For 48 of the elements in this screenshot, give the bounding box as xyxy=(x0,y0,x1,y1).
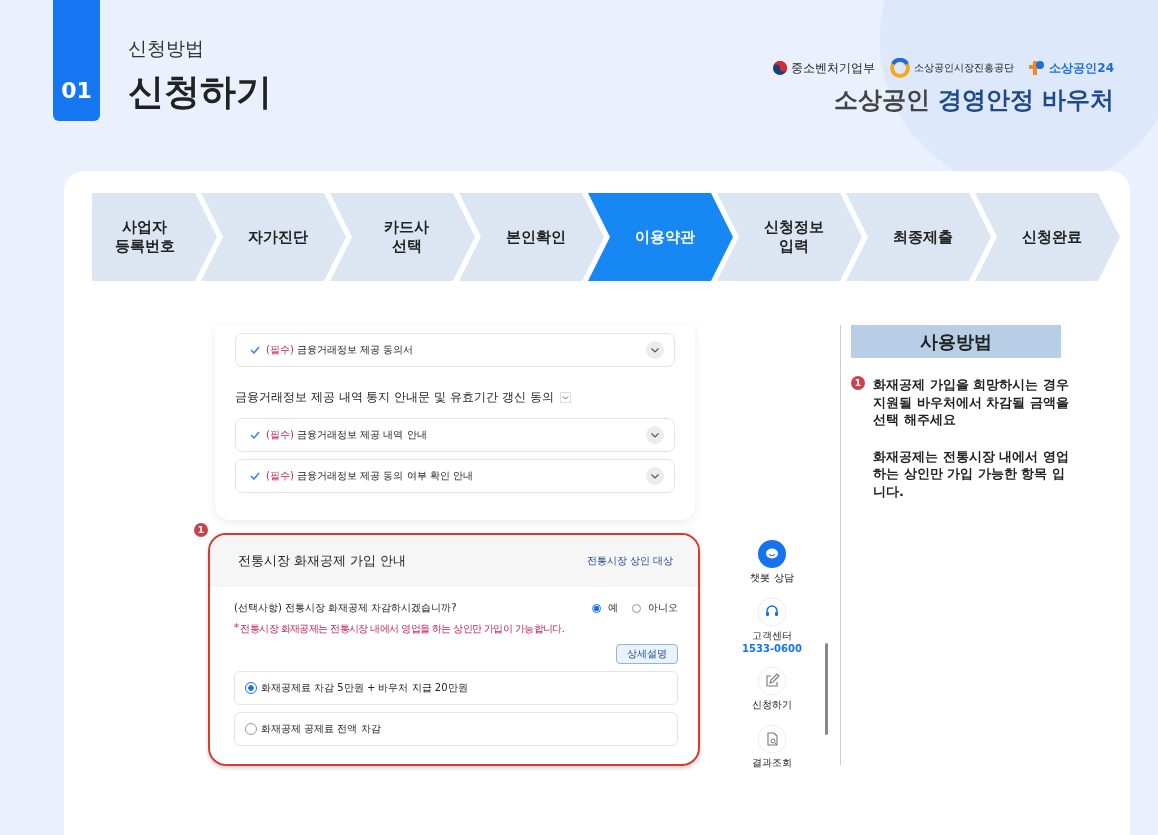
quick-menu-label: 결과조회 xyxy=(752,756,792,770)
notice-text: 전통시장 화재공제는 전통시장 내에서 영업을 하는 상인만 가입이 가능합니다. xyxy=(240,622,565,636)
phone-number: 1533-0600 xyxy=(742,643,802,654)
guide-text: 화재공제 가입을 희망하시는 경우 지원될 바우처에서 차감될 금액을 선택 해주세요 xyxy=(873,376,1070,429)
detail-button[interactable]: 상세설명 xyxy=(616,644,678,664)
headset-icon[interactable] xyxy=(757,597,787,627)
chevron-down-icon[interactable] xyxy=(559,392,571,403)
number-marker: 1 xyxy=(851,376,865,390)
logo-text: 소상공인24 xyxy=(1049,59,1114,77)
logo-text: 중소벤처기업부 xyxy=(791,59,876,77)
plus-logo-icon xyxy=(1028,60,1047,76)
chevron-down-icon[interactable] xyxy=(646,341,664,359)
edit-icon[interactable] xyxy=(757,666,787,696)
panel-title: 전통시장 화재공제 가입 안내 xyxy=(238,552,407,570)
question-text: (선택사항) 전통시장 화재공제 차감하시겠습니까? xyxy=(234,601,457,615)
ring-logo-icon xyxy=(889,58,912,78)
quick-menu-label: 신청하기 xyxy=(752,698,792,712)
consent-item[interactable]: (필수) 금융거래정보 제공 동의 여부 확인 안내 xyxy=(235,459,675,493)
scrollbar-thumb[interactable] xyxy=(825,643,828,735)
number-marker: 1 xyxy=(194,523,208,537)
asterisk: * xyxy=(234,622,239,635)
consent-label: (필수) 금융거래정보 제공 동의 여부 확인 안내 xyxy=(266,469,473,483)
brand-title: 소상공인 xyxy=(833,85,930,116)
section-heading: 금융거래정보 제공 내역 통지 안내문 및 유효기간 갱신 동의 xyxy=(235,389,554,406)
consent-item[interactable]: (필수) 금융거래정보 제공 동의서 xyxy=(235,333,675,367)
brand-title: 경영안정 바우처 xyxy=(937,85,1114,116)
consent-label: (필수) 금융거래정보 제공 내역 안내 xyxy=(266,428,427,442)
radio-option[interactable]: 화재공제 공제료 전액 차감 xyxy=(234,712,678,746)
chat-icon[interactable] xyxy=(757,539,787,569)
quick-menu-label: 챗봇 상담 xyxy=(750,571,794,585)
chevron-down-icon[interactable] xyxy=(646,467,664,485)
progress-step: 신청완료 xyxy=(975,193,1120,281)
chevron-down-icon[interactable] xyxy=(646,426,664,444)
document-search-icon[interactable] xyxy=(757,724,787,754)
radio-option[interactable]: 화재공제료 차감 5만원 + 바우처 지급 20만원 xyxy=(234,671,678,705)
radio-option[interactable]: 예 xyxy=(592,601,618,615)
page-title: 신청하기 xyxy=(128,70,272,114)
emblem-icon xyxy=(772,60,789,76)
guide-title: 사용방법 xyxy=(851,325,1061,358)
section-subtitle: 신청방법 xyxy=(128,36,205,61)
consent-item[interactable]: (필수) 금융거래정보 제공 내역 안내 xyxy=(235,418,675,452)
logo-text: 소상공인시장진흥공단 xyxy=(914,61,1015,75)
guide-text: 화재공제는 전통시장 내에서 영업 하는 상인만 가입 가능한 항목 입니다. xyxy=(873,447,1070,501)
panel-tag: 전통시장 상인 대상 xyxy=(586,554,673,568)
radio-option[interactable]: 아니오 xyxy=(632,601,678,615)
step-number-badge: 01 xyxy=(53,0,100,121)
quick-menu-label: 고객센터 xyxy=(752,629,792,643)
consent-label: (필수) 금융거래정보 제공 동의서 xyxy=(266,343,414,357)
